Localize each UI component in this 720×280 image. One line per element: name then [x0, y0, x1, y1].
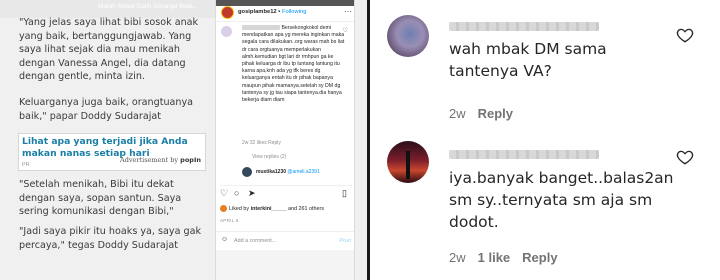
divider: [216, 21, 354, 22]
like-icon[interactable]: ♡: [220, 188, 228, 199]
ad-brand: popIn: [180, 156, 201, 164]
reply-button[interactable]: Reply: [522, 250, 557, 265]
heart-icon[interactable]: [676, 26, 694, 44]
comment-text: Bersekongkokol demi mendapatkan apa yg m…: [242, 25, 346, 104]
comment-footer: 2w Reply: [449, 106, 513, 121]
liked-by-label: Liked by: [229, 205, 250, 212]
account-avatar[interactable]: [221, 6, 234, 19]
emoji-icon[interactable]: ☺: [221, 236, 228, 243]
reply-button[interactable]: Reply: [478, 106, 513, 121]
comment-time: 2w: [449, 250, 466, 265]
liker-avatar: [220, 205, 227, 212]
comment-like-icon[interactable]: ♡: [343, 27, 348, 34]
commenter-avatar[interactable]: [221, 26, 232, 37]
commenter-name-redacted: [449, 150, 599, 159]
reply-mention[interactable]: @ameli.a2391: [287, 169, 319, 175]
article-headline-snippet[interactable]: Malah Sebut Galih Ginanjar Bala...: [98, 3, 198, 10]
liked-by-line: Liked by interkini_____ and 261 others: [220, 205, 354, 212]
commenter-avatar[interactable]: [387, 141, 429, 183]
comment-footer: 2w 1 like Reply: [449, 250, 558, 265]
comments-zoom-panel: wah mbak DM sama tantenya VA? 2w Reply iy…: [370, 0, 720, 280]
liked-by-others[interactable]: and 261 others: [288, 206, 324, 212]
comment-body: Bersekongkokol demi mendapatkan apa yg m…: [242, 25, 345, 104]
like-count[interactable]: 1 like: [478, 250, 511, 265]
liked-by-user[interactable]: interkini_____: [251, 206, 287, 212]
page-background: [216, 250, 354, 280]
reply-text: mustika1230 @ameli.a2391: [256, 169, 320, 175]
add-comment-input[interactable]: Add a comment...: [234, 238, 276, 244]
commenter-avatar[interactable]: [387, 15, 429, 57]
following-button[interactable]: Following: [282, 9, 307, 15]
gutter: [355, 0, 367, 280]
instagram-post-panel: gosiplambe12 • Following ··· Bersekongko…: [215, 0, 355, 280]
post-header: gosiplambe12 • Following ···: [216, 6, 354, 20]
ad-flag: PR: [22, 162, 30, 168]
sponsored-ad-box[interactable]: Lihat apa yang terjadi jika Anda makan n…: [18, 133, 206, 171]
view-replies-link[interactable]: View replies (2): [252, 154, 286, 160]
article-paragraph: "Setelah menikah, Bibi itu dekat dengan …: [19, 179, 182, 218]
post-actions-bar: ♡ ○ ➤ ▯: [220, 185, 352, 199]
save-icon[interactable]: ▯: [342, 188, 347, 199]
post-button[interactable]: Post: [339, 238, 351, 244]
comment-text: iya.banyak banget..balas2an sm sy..terny…: [449, 169, 674, 231]
comment-meta: 2w 32 likes Reply: [242, 140, 281, 146]
comment-icon[interactable]: ○: [234, 188, 239, 198]
post-date: APRIL 6: [220, 218, 239, 223]
commenter-name-redacted: [242, 25, 280, 31]
more-options-icon[interactable]: ···: [344, 7, 352, 16]
article-paragraph: "Jadi saya pikir itu hoaks ya, saya gak …: [19, 226, 202, 251]
ad-attribution: Advertisement by popIn: [120, 156, 201, 164]
reply-avatar[interactable]: [242, 167, 252, 177]
comment-time: 2w: [449, 106, 466, 121]
reply-comment: mustika1230 @ameli.a2391: [242, 167, 352, 181]
news-article-panel: Malah Sebut Galih Ginanjar Bala... "Yang…: [0, 0, 215, 280]
comment-text: wah mbak DM sama tantenya VA?: [449, 40, 607, 80]
account-username[interactable]: gosiplambe12 • Following: [238, 9, 306, 15]
share-icon[interactable]: ➤: [248, 188, 256, 199]
heart-icon[interactable]: [676, 148, 694, 166]
username-text[interactable]: gosiplambe12: [238, 9, 277, 15]
article-paragraph: "Yang jelas saya lihat bibi sosok anak y…: [19, 17, 199, 83]
add-comment-bar: ☺ Add a comment... Post: [216, 231, 354, 247]
reply-username[interactable]: mustika1230: [256, 169, 286, 175]
article-paragraph: Keluarganya juga baik, orangtuanya baik,…: [19, 97, 194, 122]
commenter-name-redacted: [449, 22, 599, 31]
ad-attribution-label: Advertisement by: [120, 156, 179, 164]
